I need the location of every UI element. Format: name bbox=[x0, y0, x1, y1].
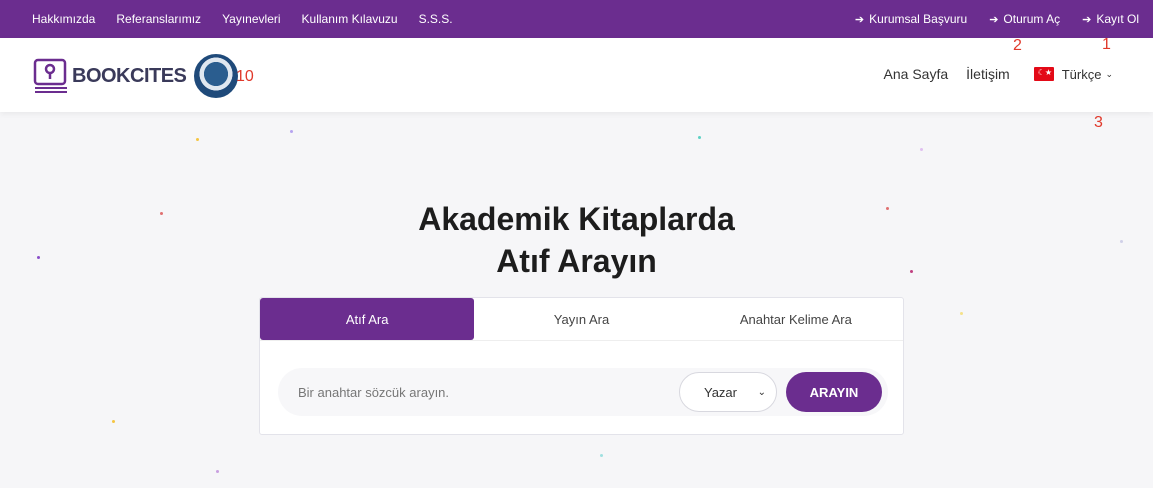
nav-link-user-guide[interactable]: Kullanım Kılavuzu bbox=[302, 12, 398, 26]
hero-title-line2: Atıf Arayın bbox=[496, 243, 657, 279]
annotation-1: 1 bbox=[1102, 36, 1111, 53]
tab-citation-search[interactable]: Atıf Ara bbox=[260, 298, 475, 340]
nav-link-references[interactable]: Referanslarımız bbox=[116, 12, 201, 26]
nav-link-publishers[interactable]: Yayınevleri bbox=[222, 12, 280, 26]
search-card: Atıf Ara Yayın Ara Anahtar Kelime Ara Ya… bbox=[259, 297, 904, 435]
corporate-apply-link[interactable]: ➔ Kurumsal Başvuru bbox=[855, 12, 967, 26]
sign-in-arrow-icon: ➔ bbox=[989, 13, 999, 26]
register-link[interactable]: ➔ Kayıt Ol bbox=[1082, 12, 1139, 26]
search-field-select[interactable]: Yazar ⌄ bbox=[679, 372, 777, 412]
tab-publication-search[interactable]: Yayın Ara bbox=[474, 298, 688, 340]
annotation-2: 2 bbox=[1013, 37, 1022, 54]
site-header: BOOKCITES Ana Sayfa İletişim Türkçe⌄ bbox=[0, 38, 1153, 112]
nav-link-home[interactable]: Ana Sayfa bbox=[884, 66, 949, 82]
sign-in-arrow-icon: ➔ bbox=[1082, 13, 1092, 26]
turkey-flag-icon bbox=[1033, 67, 1054, 81]
search-input[interactable] bbox=[278, 368, 678, 416]
annotation-10: 10 bbox=[236, 68, 254, 85]
nav-link-about[interactable]: Hakkımızda bbox=[32, 12, 95, 26]
annotation-3: 3 bbox=[1094, 114, 1103, 131]
chevron-down-icon: ⌄ bbox=[1105, 68, 1113, 79]
top-nav-right: ➔ Kurumsal Başvuru ➔ Oturum Aç ➔ Kayıt Ol bbox=[833, 12, 1139, 26]
hero-title-line1: Akademik Kitaplarda bbox=[418, 201, 735, 237]
logo-text: BOOKCITES bbox=[72, 64, 187, 87]
nav-link-faq[interactable]: S.S.S. bbox=[419, 12, 453, 26]
tab-keyword-search[interactable]: Anahtar Kelime Ara bbox=[689, 298, 903, 340]
logo[interactable]: BOOKCITES bbox=[32, 54, 239, 98]
search-tabs: Atıf Ara Yayın Ara Anahtar Kelime Ara bbox=[260, 298, 903, 341]
header-nav: Ana Sayfa İletişim Türkçe⌄ bbox=[866, 66, 1113, 82]
top-bar: Hakkımızda Referanslarımız Yayınevleri K… bbox=[0, 0, 1153, 38]
login-link[interactable]: ➔ Oturum Aç bbox=[989, 12, 1060, 26]
search-button[interactable]: ARAYIN bbox=[786, 372, 882, 412]
language-selector[interactable]: Türkçe ⌄ bbox=[1062, 67, 1113, 82]
top-nav-left: Hakkımızda Referanslarımız Yayınevleri K… bbox=[32, 12, 474, 26]
search-row: Yazar ⌄ ARAYIN bbox=[278, 368, 888, 416]
nav-link-contact[interactable]: İletişim bbox=[966, 66, 1010, 82]
sign-in-arrow-icon: ➔ bbox=[854, 13, 865, 26]
institution-seal-icon bbox=[194, 54, 239, 98]
chevron-down-icon: ⌄ bbox=[757, 386, 766, 398]
book-logo-icon bbox=[33, 58, 67, 93]
